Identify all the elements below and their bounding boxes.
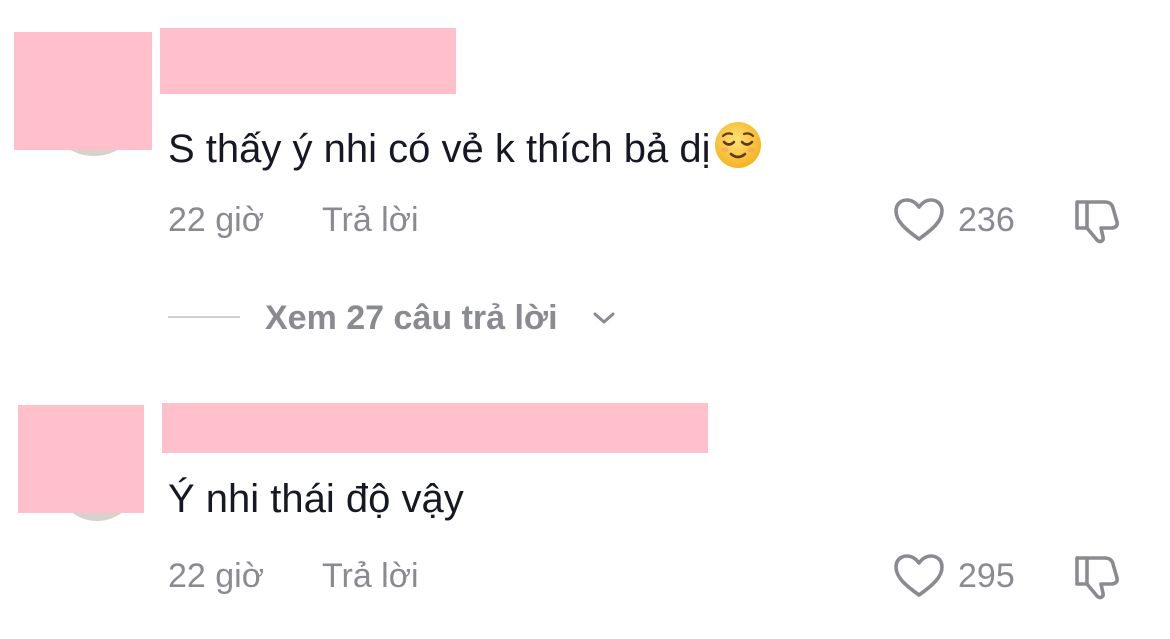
relieved-face-emoji-icon <box>714 122 761 168</box>
username-censor-mask[interactable] <box>160 28 456 94</box>
divider <box>168 316 240 318</box>
like-count: 295 <box>958 557 1015 595</box>
username-censor-mask[interactable] <box>162 403 708 453</box>
comment-text-content: Ý nhi thái độ vậy <box>168 477 464 521</box>
like-count: 236 <box>958 201 1015 239</box>
reply-button[interactable]: Trả lời <box>322 556 419 596</box>
comment-timestamp: 22 giờ <box>168 201 265 239</box>
chevron-down-icon <box>593 312 615 324</box>
view-replies-label: Xem 27 câu trả lời <box>265 299 558 337</box>
reply-button[interactable]: Trả lời <box>322 200 419 240</box>
comment-text-content: S thấy ý nhi có vẻ k thích bả dị <box>168 127 711 171</box>
comment-timestamp: 22 giờ <box>168 557 265 595</box>
heart-icon[interactable] <box>893 197 945 243</box>
avatar[interactable] <box>14 32 152 156</box>
avatar[interactable] <box>18 405 146 521</box>
heart-icon[interactable] <box>893 553 945 599</box>
comment-item: S thấy ý nhi có vẻ k thích bả dị 22 giờ … <box>0 0 1170 290</box>
avatar-censor-mask <box>18 405 144 513</box>
comment-item: Ý nhi thái độ vậy 22 giờ Trả lời 295 <box>0 395 1170 639</box>
avatar-censor-mask <box>14 32 152 150</box>
comment-text: Ý nhi thái độ vậy <box>168 475 464 523</box>
dislike-icon[interactable] <box>1072 194 1122 246</box>
comment-text: S thấy ý nhi có vẻ k thích bả dị <box>168 120 763 173</box>
dislike-icon[interactable] <box>1072 550 1122 602</box>
